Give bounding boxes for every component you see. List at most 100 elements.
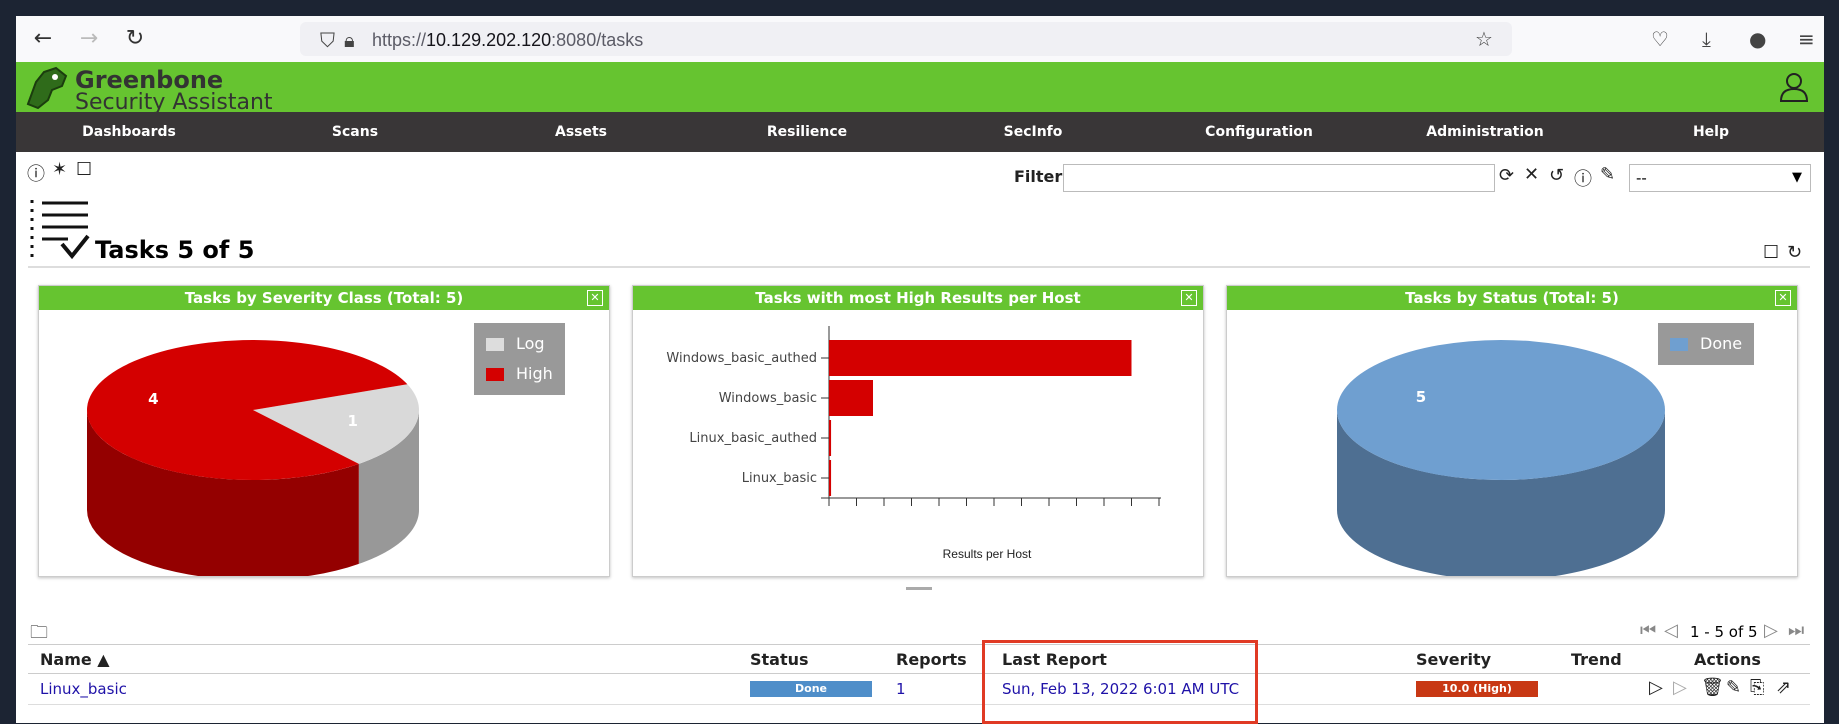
divider [28, 266, 1810, 268]
filter-select[interactable]: -- ▼ [1629, 164, 1811, 192]
next-page-icon[interactable]: ▷ [1764, 620, 1778, 641]
help-icon[interactable]: ⓘ [27, 160, 45, 186]
first-page-icon[interactable]: ⏮ [1640, 620, 1656, 641]
chart-legend: Log High [474, 323, 565, 395]
y-tick-label: Windows_basic_authed [666, 351, 817, 366]
browser-toolbar: ← → ↻ ⛉ 🔒︎ https://10.129.202.120:8080/t… [16, 16, 1824, 63]
column-header-name[interactable]: Name ▲ [40, 650, 110, 669]
y-tick-label: Linux_basic_authed [689, 431, 817, 446]
wizard-icon[interactable]: ✶ [52, 159, 67, 180]
legend-item-high: High [486, 359, 553, 389]
clear-filter-icon[interactable]: ✕ [1524, 164, 1539, 185]
reset-dashboard-icon[interactable]: ↻ [1787, 242, 1802, 263]
legend-swatch [486, 368, 504, 381]
table-header-border [28, 673, 1810, 674]
close-icon[interactable]: ✕ [587, 290, 603, 306]
y-tick-label: Windows_basic [719, 391, 817, 406]
back-icon[interactable]: ← [30, 26, 56, 52]
legend-swatch [1670, 338, 1688, 351]
bar [829, 340, 1132, 376]
last-page-icon[interactable]: ⏭ [1788, 620, 1804, 641]
close-icon[interactable]: ✕ [1181, 290, 1197, 306]
bookmark-star-icon[interactable]: ☆ [1475, 27, 1493, 51]
table-row-border [28, 704, 1810, 705]
column-header-severity[interactable]: Severity [1416, 650, 1491, 669]
chart-title: Tasks by Status (Total: 5) [1227, 286, 1797, 310]
chart-title: Tasks by Severity Class (Total: 5) [39, 286, 609, 310]
chart-panel-status: Tasks by Status (Total: 5) ✕ 5 Done [1226, 285, 1798, 577]
bar [829, 380, 873, 416]
extension-cookie-icon[interactable]: ● [1749, 27, 1766, 51]
menu-assets[interactable]: Assets [468, 112, 694, 152]
menu-dashboards[interactable]: Dashboards [16, 112, 242, 152]
chart-legend: Done [1658, 323, 1755, 365]
close-icon[interactable]: ✕ [1775, 290, 1791, 306]
x-axis-label: Results per Host [943, 547, 1032, 561]
pocket-icon[interactable]: ♡ [1651, 27, 1669, 51]
main-menu: Dashboards Scans Assets Resilience SecIn… [16, 112, 1824, 152]
resize-handle[interactable] [906, 587, 932, 590]
menu-secinfo[interactable]: SecInfo [920, 112, 1146, 152]
table-top-border [28, 644, 1810, 645]
filter-select-value: -- [1636, 169, 1647, 187]
edit-icon[interactable]: ✎ [1726, 677, 1741, 698]
legend-label: Done [1700, 334, 1743, 353]
app-header: Greenbone Security Assistant [16, 62, 1824, 115]
menu-hamburger-icon[interactable]: ≡ [1798, 27, 1815, 51]
menu-resilience[interactable]: Resilience [694, 112, 920, 152]
pie-slice-label: 4 [148, 390, 158, 408]
chart-panel-high-results: Tasks with most High Results per Host ✕ … [632, 285, 1204, 577]
legend-swatch [486, 338, 504, 351]
chart-title: Tasks with most High Results per Host [633, 286, 1203, 310]
column-header-status[interactable]: Status [750, 650, 809, 669]
severity-badge: 10.0 (High) [1416, 681, 1538, 697]
greenbone-logo-icon[interactable] [22, 64, 70, 110]
lock-icon[interactable]: 🔒︎ [344, 28, 355, 52]
filter-input[interactable] [1063, 164, 1495, 192]
previous-page-icon[interactable]: ◁ [1664, 620, 1678, 641]
pie-slice-label: 1 [347, 412, 357, 430]
pagination-text: 1 - 5 of 5 [1690, 623, 1758, 641]
clone-icon[interactable]: ⎘ [1750, 677, 1764, 698]
chart-panel-severity: Tasks by Severity Class (Total: 5) ✕ 14 … [38, 285, 610, 577]
y-tick-label: Linux_basic [742, 471, 817, 486]
column-header-reports[interactable]: Reports [896, 650, 967, 669]
trash-icon[interactable]: 🗑︎ [1701, 677, 1724, 698]
task-name-link[interactable]: Linux_basic [40, 680, 127, 698]
user-icon[interactable] [1779, 72, 1809, 102]
forward-icon[interactable]: → [76, 26, 102, 52]
start-icon[interactable]: ▷ [1649, 677, 1663, 698]
shield-icon[interactable]: ⛉ [320, 28, 335, 52]
reports-link[interactable]: 1 [896, 680, 906, 698]
reload-icon[interactable]: ↻ [122, 26, 148, 52]
page-title: Tasks 5 of 5 [95, 236, 255, 264]
legend-item-log: Log [486, 329, 553, 359]
menu-configuration[interactable]: Configuration [1146, 112, 1372, 152]
menu-administration[interactable]: Administration [1372, 112, 1598, 152]
bar [829, 420, 832, 456]
legend-label: Log [516, 334, 545, 353]
status-badge: Done [750, 681, 872, 697]
edit-filter-icon[interactable]: ✎ [1600, 164, 1615, 185]
pie-slice-label: 5 [1416, 388, 1426, 406]
legend-label: High [516, 364, 553, 383]
url-text[interactable]: https://10.129.202.120:8080/tasks [372, 30, 643, 51]
chevron-down-icon: ▼ [1792, 170, 1802, 185]
new-task-icon[interactable]: ☐ [76, 159, 92, 180]
pie-slice [1337, 339, 1665, 481]
highlight-box [982, 640, 1258, 724]
high-results-bar-chart[interactable]: Windows_basic_authed Windows_basic Linux_b… [633, 310, 1203, 576]
resume-icon[interactable]: ▷ [1673, 677, 1687, 698]
download-icon[interactable]: ⤓ [1702, 27, 1711, 51]
address-bar[interactable]: ⛉ 🔒︎ https://10.129.202.120:8080/tasks ☆ [300, 22, 1512, 56]
menu-scans[interactable]: Scans [242, 112, 468, 152]
reset-filter-icon[interactable]: ↺ [1549, 165, 1564, 186]
refresh-filter-icon[interactable]: ⟳ [1499, 165, 1514, 186]
menu-help[interactable]: Help [1598, 112, 1824, 152]
tasks-list-icon [30, 200, 90, 260]
add-dashboard-icon[interactable]: ☐ [1763, 242, 1779, 263]
filter-label: Filter [1014, 167, 1063, 186]
folder-icon[interactable]: 🗀︎ [30, 620, 48, 650]
export-icon[interactable]: ⇗ [1776, 677, 1791, 698]
filter-help-icon[interactable]: ⓘ [1574, 165, 1592, 191]
